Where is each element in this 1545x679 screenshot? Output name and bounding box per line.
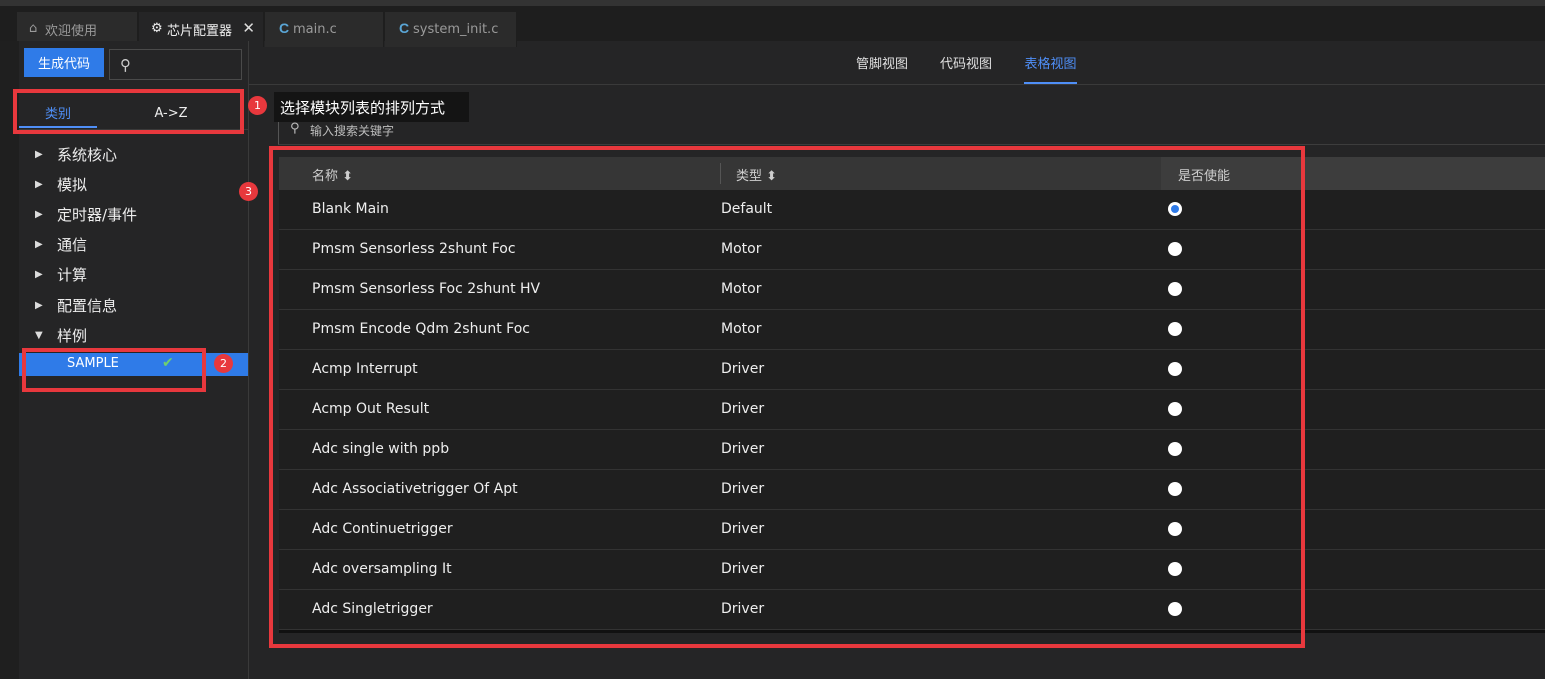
caret-right-icon: ▶ — [35, 268, 43, 280]
editor-tab-bar: ⌂ 欢迎使用 ⚙ 芯片配置器 ✕ C main.c C system_init.… — [0, 0, 1545, 47]
annotation-badge-1: 1 — [248, 96, 267, 115]
tree-item-analog[interactable]: ▶ 模拟 — [35, 173, 87, 195]
tooltip: 选择模块列表的排列方式 — [274, 92, 469, 122]
tree-item-label: 配置信息 — [57, 296, 118, 315]
tree-item-communication[interactable]: ▶ 通信 — [35, 233, 87, 255]
tree-item-label: 计算 — [57, 265, 88, 284]
tree-item-timer-event[interactable]: ▶ 定时器/事件 — [35, 203, 137, 225]
caret-right-icon: ▶ — [35, 299, 43, 311]
search-icon: ⚲ — [290, 121, 300, 136]
tab-code-view[interactable]: 代码视图 — [933, 53, 999, 84]
home-icon: ⌂ — [29, 21, 38, 36]
tree-item-label: 系统核心 — [57, 145, 118, 164]
tree-item-config-info[interactable]: ▶ 配置信息 — [35, 294, 117, 316]
module-search-input[interactable]: ⚲ — [109, 49, 242, 80]
tab-label: 芯片配置器 — [167, 24, 233, 39]
tree-item-label: 模拟 — [57, 175, 88, 194]
tab-label: main.c — [293, 22, 337, 37]
annotation-box-1 — [13, 89, 244, 134]
annotation-box-3 — [269, 146, 1305, 648]
tree-item-system-core[interactable]: ▶ 系统核心 — [35, 143, 117, 165]
caret-down-icon: ▼ — [35, 329, 43, 341]
caret-right-icon: ▶ — [35, 148, 43, 160]
divider — [249, 84, 1545, 85]
c-file-icon: C — [399, 20, 410, 36]
caret-right-icon: ▶ — [35, 238, 43, 250]
tab-pin-view[interactable]: 管脚视图 — [849, 53, 915, 84]
tab-label: system_init.c — [413, 22, 499, 37]
tab-system-init-c[interactable]: C system_init.c — [385, 12, 517, 47]
search-placeholder: 输入搜索关键字 — [310, 124, 395, 138]
tab-table-view[interactable]: 表格视图 — [1024, 53, 1077, 84]
table-search-input[interactable]: ⚲ 输入搜索关键字 — [278, 119, 1545, 145]
annotation-badge-3: 3 — [239, 182, 258, 201]
c-file-icon: C — [279, 20, 290, 36]
chip-icon: ⚙ — [151, 21, 163, 36]
search-icon: ⚲ — [120, 56, 131, 74]
close-icon[interactable]: ✕ — [242, 19, 255, 37]
tab-label: 欢迎使用 — [45, 24, 98, 39]
tree-item-compute[interactable]: ▶ 计算 — [35, 263, 87, 285]
caret-right-icon: ▶ — [35, 208, 43, 220]
annotation-box-2 — [22, 348, 206, 392]
activity-bar — [0, 41, 19, 679]
annotation-badge-2: 2 — [214, 354, 233, 373]
tree-item-label: 样例 — [57, 326, 88, 345]
tree-item-label: 通信 — [57, 235, 88, 254]
tab-main-c[interactable]: C main.c — [265, 12, 384, 47]
tree-item-samples[interactable]: ▼ 样例 — [35, 324, 87, 346]
generate-code-button[interactable]: 生成代码 — [24, 48, 104, 77]
tree-item-label: 定时器/事件 — [57, 205, 138, 224]
caret-right-icon: ▶ — [35, 178, 43, 190]
